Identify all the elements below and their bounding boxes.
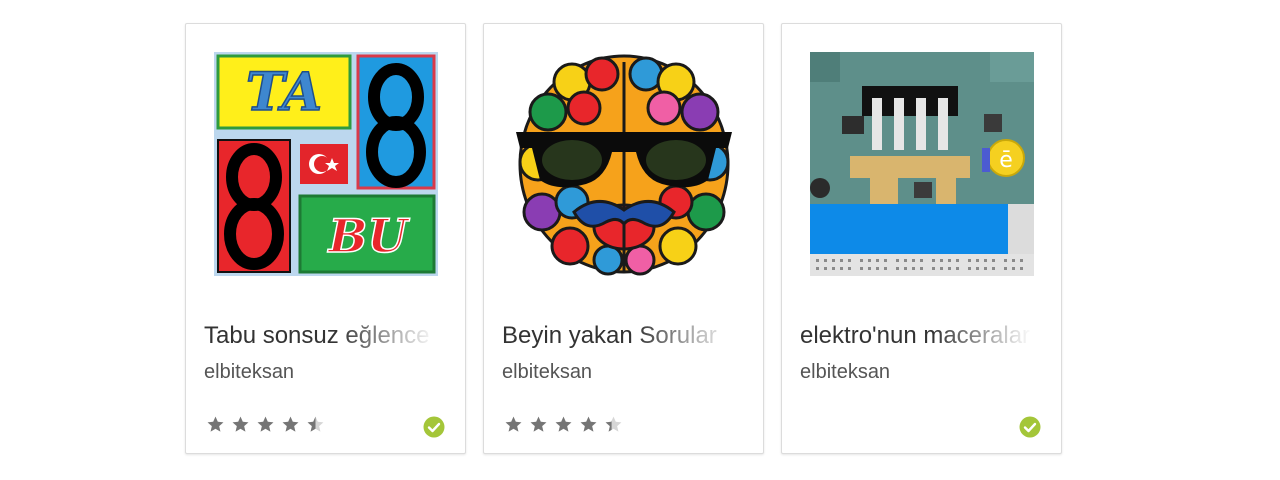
star-icon [257, 416, 274, 432]
app-developer[interactable]: elbiteksan [502, 360, 592, 384]
app-developer[interactable]: elbiteksan [800, 360, 890, 384]
star-icon [282, 416, 299, 432]
title-fade-overlay [635, 320, 745, 352]
star-icon [505, 416, 522, 432]
star-rating [206, 415, 325, 434]
star-icon [580, 416, 597, 432]
verified-check-icon [423, 416, 445, 438]
verified-check-icon [1019, 416, 1041, 438]
title-fade-overlay [337, 320, 447, 352]
circuit-board-app-icon[interactable]: ē [810, 52, 1034, 276]
app-card-tabu[interactable]: TA BU Tabu sonsuz eğlence elbiteksan [185, 23, 466, 454]
app-title-wrapper[interactable]: Tabu sonsuz eğlence [204, 320, 447, 352]
star-icon [605, 416, 622, 432]
svg-text:TA: TA [246, 62, 322, 123]
app-title-wrapper[interactable]: Beyin yakan Sorular [502, 320, 745, 352]
star-rating [504, 415, 623, 434]
svg-text:ē: ē [999, 148, 1013, 173]
tabu-app-icon[interactable]: TA BU [214, 52, 438, 276]
app-title-wrapper[interactable]: elektro'nun maceraları [800, 320, 1043, 352]
star-icon [232, 416, 249, 432]
title-fade-overlay [933, 320, 1043, 352]
star-icon [207, 416, 224, 432]
svg-text:BU: BU [327, 209, 411, 263]
app-card-beyin[interactable]: Beyin yakan Sorular elbiteksan [483, 23, 764, 454]
app-developer[interactable]: elbiteksan [204, 360, 294, 384]
star-icon [307, 416, 324, 432]
star-icon [555, 416, 572, 432]
brain-sunglasses-app-icon[interactable] [512, 52, 736, 276]
app-card-elektro[interactable]: ē elektro'nun maceraları elbiteksan [781, 23, 1062, 454]
star-icon [530, 416, 547, 432]
app-card-grid: TA BU Tabu sonsuz eğlence elbiteksan Bey… [185, 23, 1062, 454]
